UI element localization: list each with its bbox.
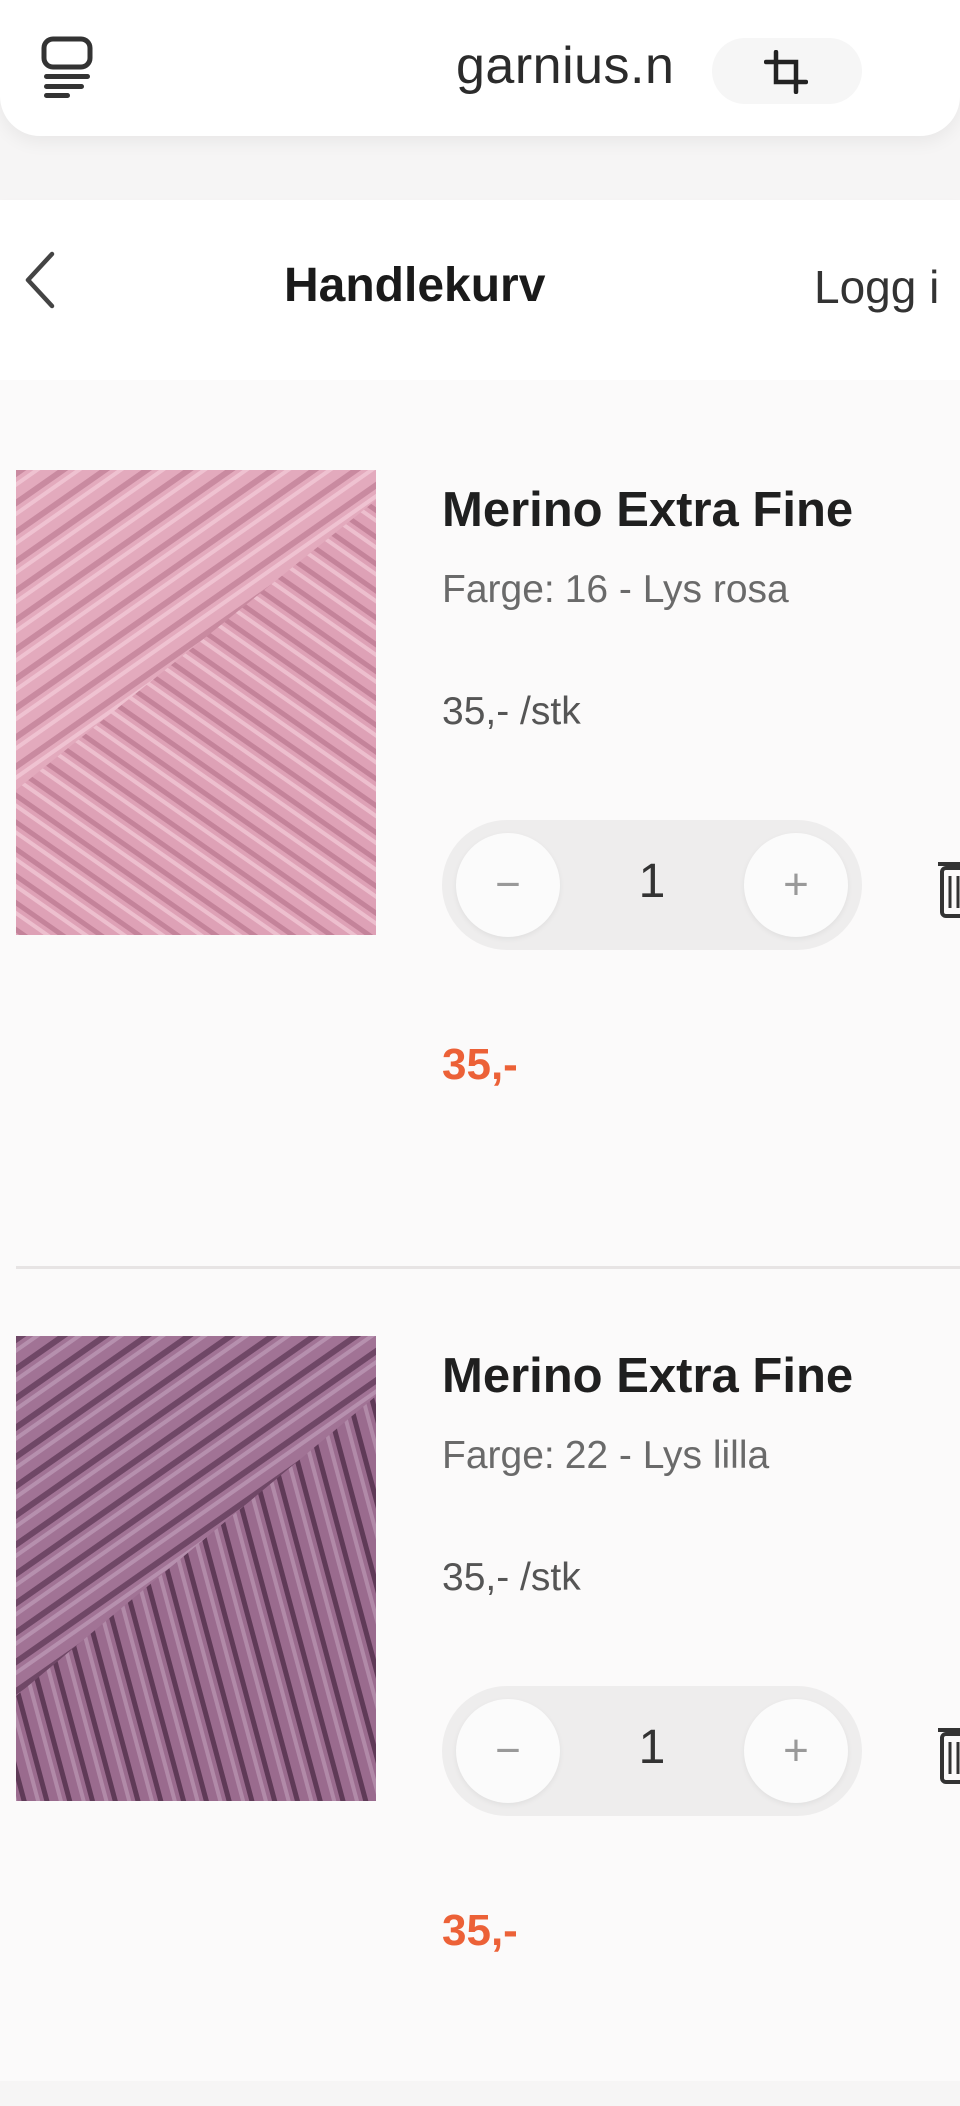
product-name[interactable]: Merino Extra Fine	[442, 1348, 853, 1404]
line-total: 35,-	[442, 1906, 518, 1955]
cart-item: Merino Extra Fine Farge: 22 - Lys lilla 3…	[0, 1246, 960, 2106]
cart-item: Merino Extra Fine Farge: 16 - Lys rosa 35…	[0, 380, 960, 1240]
url-text[interactable]: garnius.n	[456, 36, 674, 96]
site-header: Handlekurv Logg i	[0, 200, 960, 380]
color-label: Farge:	[442, 568, 555, 611]
product-color: Farge: 22 - Lys lilla	[442, 1434, 769, 1478]
color-value: 22 - Lys lilla	[564, 1434, 770, 1477]
quantity-stepper: − 1 +	[442, 820, 862, 950]
increase-button[interactable]: +	[744, 833, 848, 937]
color-value: 16 - Lys rosa	[564, 568, 789, 611]
crop-button[interactable]	[712, 38, 862, 104]
trash-icon[interactable]	[936, 1720, 960, 1786]
crop-icon	[764, 50, 808, 94]
browser-url-bar: garnius.n	[0, 0, 960, 136]
product-name[interactable]: Merino Extra Fine	[442, 482, 853, 538]
increase-button[interactable]: +	[744, 1699, 848, 1803]
page-title: Handlekurv	[284, 259, 546, 312]
product-image[interactable]	[16, 1336, 376, 1801]
line-total: 35,-	[442, 1040, 518, 1089]
cart-list: Merino Extra Fine Farge: 16 - Lys rosa 35…	[0, 380, 960, 2081]
color-label: Farge:	[442, 1434, 555, 1477]
product-color: Farge: 16 - Lys rosa	[442, 568, 789, 612]
chevron-left-icon[interactable]	[20, 250, 60, 310]
product-image[interactable]	[16, 470, 376, 935]
decrease-button[interactable]: −	[456, 833, 560, 937]
quantity-stepper: − 1 +	[442, 1686, 862, 1816]
decrease-button[interactable]: −	[456, 1699, 560, 1803]
tabs-icon[interactable]	[40, 36, 94, 98]
unit-price: 35,- /stk	[442, 690, 581, 733]
quantity-value: 1	[638, 855, 666, 908]
trash-icon[interactable]	[936, 854, 960, 920]
unit-price: 35,- /stk	[442, 1556, 581, 1599]
login-link[interactable]: Logg i	[814, 260, 939, 314]
quantity-value: 1	[638, 1721, 666, 1774]
